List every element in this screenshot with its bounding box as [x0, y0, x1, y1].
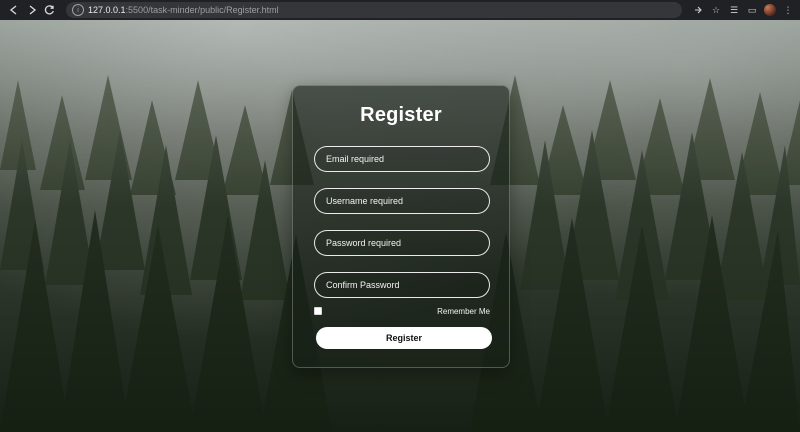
register-button[interactable]: Register — [316, 327, 492, 349]
forward-icon[interactable] — [24, 2, 40, 18]
confirm-password-field[interactable]: Confirm Password — [314, 272, 490, 298]
remember-me-label[interactable]: Remember Me — [437, 307, 490, 316]
email-field[interactable]: Email required — [314, 146, 490, 172]
refresh-icon[interactable] — [42, 2, 58, 18]
star-icon[interactable]: ☆ — [710, 4, 722, 16]
site-info-icon[interactable]: i — [72, 4, 84, 16]
username-placeholder: Username required — [326, 196, 404, 206]
sidebar-icon[interactable]: ▭ — [746, 4, 758, 16]
remember-me-row: Remember Me — [314, 305, 490, 317]
password-placeholder: Password required — [326, 238, 402, 248]
share-icon[interactable] — [692, 4, 704, 16]
register-card: Register Email required Username require… — [292, 85, 510, 368]
email-placeholder: Email required — [326, 154, 385, 164]
register-button-label: Register — [385, 333, 422, 343]
back-icon[interactable] — [6, 2, 22, 18]
avatar[interactable] — [764, 4, 776, 16]
confirm-password-placeholder: Confirm Password — [326, 280, 400, 290]
username-field[interactable]: Username required — [314, 188, 490, 214]
playlist-icon[interactable]: ☰ — [728, 4, 740, 16]
browser-toolbar: i 127.0.0.1:5500/task-minder/public/Regi… — [0, 0, 800, 20]
remember-me-checkbox[interactable] — [314, 307, 322, 315]
menu-icon[interactable]: ⋮ — [782, 4, 794, 16]
toolbar-actions: ☆ ☰ ▭ ⋮ — [692, 4, 794, 16]
url-host: 127.0.0.1 — [88, 5, 126, 15]
address-bar[interactable]: i 127.0.0.1:5500/task-minder/public/Regi… — [66, 2, 682, 18]
register-title: Register — [360, 104, 442, 126]
password-field[interactable]: Password required — [314, 230, 490, 256]
url-path: :5500/task-minder/public/Register.html — [125, 5, 279, 15]
